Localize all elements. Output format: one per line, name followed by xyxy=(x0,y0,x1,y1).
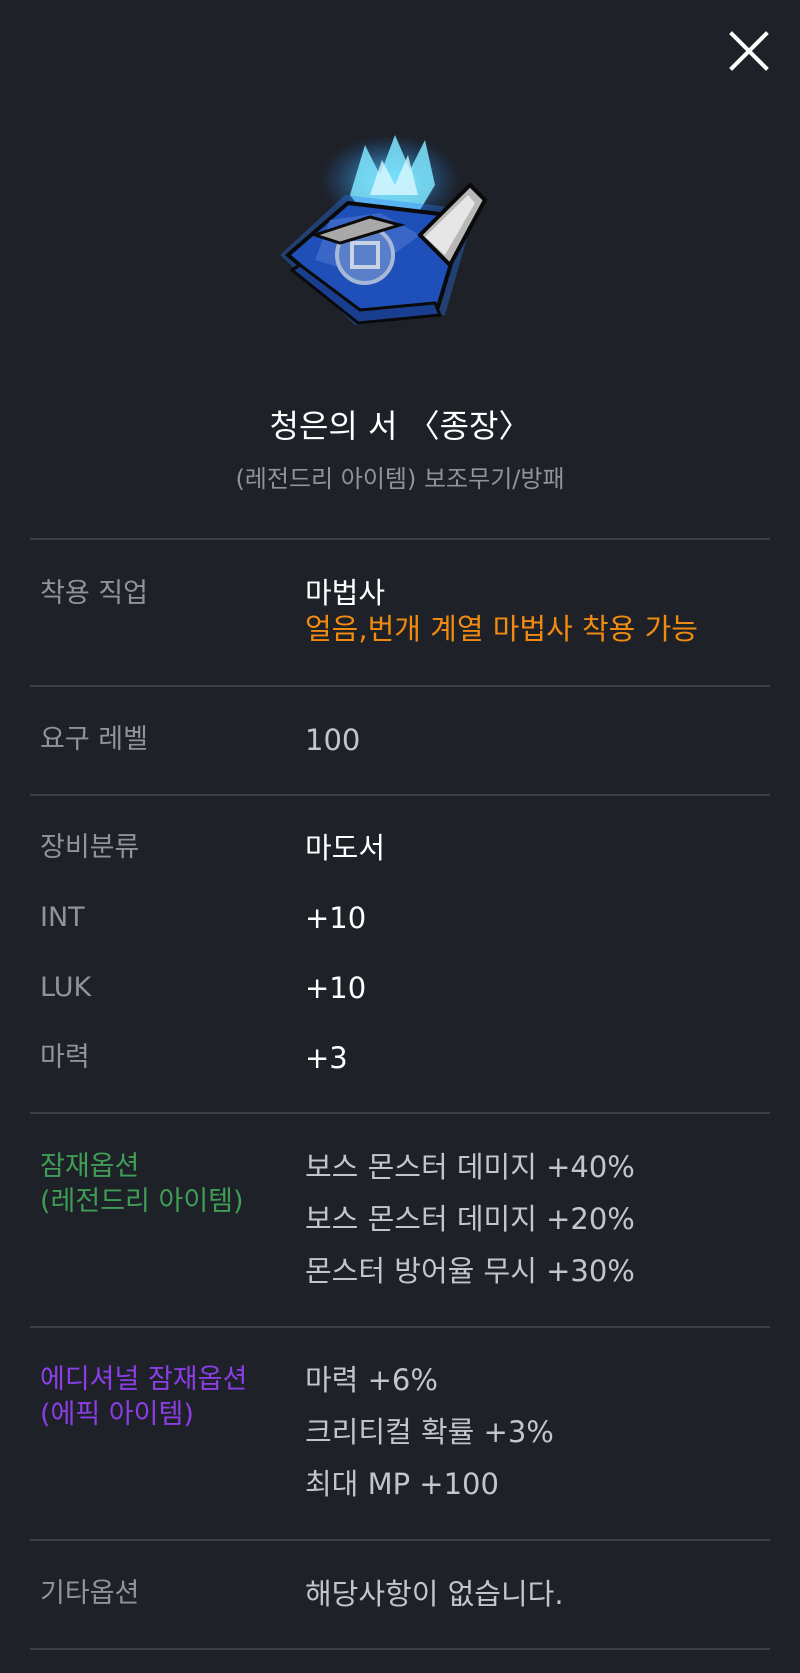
close-icon xyxy=(729,31,769,71)
stat-value-magic: +3 xyxy=(305,1041,348,1075)
spellbook-item-icon xyxy=(280,135,488,325)
potential-line-3: 몬스터 방어율 무시 +30% xyxy=(305,1254,635,1288)
potential-label: 잠재옵션 xyxy=(40,1151,140,1182)
stat-label-luk: LUK xyxy=(40,972,92,1003)
stat-label-category: 장비분류 xyxy=(40,832,140,863)
potential-line-1: 보스 몬스터 데미지 +40% xyxy=(305,1150,635,1184)
divider xyxy=(30,538,770,540)
additional-potential-label: 에디셔널 잠재옵션 xyxy=(40,1364,248,1395)
level-value: 100 xyxy=(305,723,361,757)
item-subtitle: (레전드리 아이템) 보조무기/방패 xyxy=(235,465,565,493)
divider xyxy=(30,1326,770,1328)
stat-value-luk: +10 xyxy=(305,971,367,1005)
stat-value-int: +10 xyxy=(305,901,367,935)
stat-value-category: 마도서 xyxy=(305,831,386,865)
job-label: 착용 직업 xyxy=(40,578,148,609)
potential-grade: (레전드리 아이템) xyxy=(40,1186,244,1217)
additional-line-1: 마력 +6% xyxy=(305,1363,438,1397)
etc-value: 해당사항이 없습니다. xyxy=(305,1577,564,1611)
additional-line-3: 최대 MP +100 xyxy=(305,1467,499,1501)
etc-label: 기타옵션 xyxy=(40,1578,140,1609)
job-value: 마법사 xyxy=(305,576,386,610)
level-label: 요구 레벨 xyxy=(40,724,148,755)
divider xyxy=(30,1648,770,1650)
item-name: 청은의 서 〈종장〉 xyxy=(269,407,531,445)
close-button[interactable] xyxy=(728,30,770,72)
divider xyxy=(30,685,770,687)
stat-label-int: INT xyxy=(40,902,85,933)
item-image xyxy=(270,125,530,355)
divider xyxy=(30,1112,770,1114)
potential-line-2: 보스 몬스터 데미지 +20% xyxy=(305,1202,635,1236)
divider xyxy=(30,794,770,796)
additional-potential-grade: (에픽 아이템) xyxy=(40,1399,194,1430)
additional-line-2: 크리티컬 확률 +3% xyxy=(305,1415,554,1449)
stat-label-magic: 마력 xyxy=(40,1042,90,1073)
divider xyxy=(30,1539,770,1541)
job-note: 얼음,번개 계열 마법사 착용 가능 xyxy=(305,612,698,646)
